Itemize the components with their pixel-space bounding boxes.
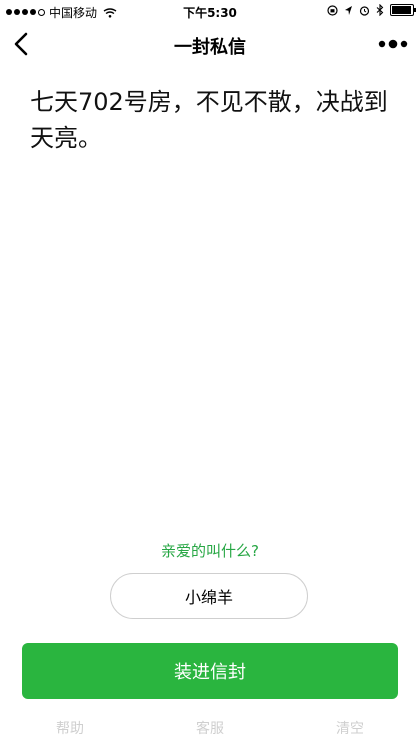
page-title: 一封私信 bbox=[174, 37, 246, 58]
location-arrow-icon bbox=[345, 5, 352, 15]
clear-link[interactable]: 清空 bbox=[336, 718, 364, 738]
help-link[interactable]: 帮助 bbox=[56, 718, 84, 738]
name-input[interactable] bbox=[110, 573, 308, 619]
battery-icon bbox=[390, 4, 416, 16]
alarm-clock-icon bbox=[359, 5, 370, 16]
battery-level bbox=[392, 6, 411, 14]
customer-service-link[interactable]: 客服 bbox=[196, 718, 224, 738]
status-bar: 中国移动 下午5:30 bbox=[0, 0, 420, 22]
name-question: 亲爱的叫什么? bbox=[161, 542, 259, 560]
bottom-links: 帮助 客服 清空 bbox=[0, 718, 420, 740]
nav-bar: 一封私信 bbox=[0, 22, 420, 66]
letter-text: 七天702号房，不见不散，决战到天亮。 bbox=[30, 88, 388, 152]
bluetooth-icon bbox=[376, 4, 384, 16]
more-dots-icon[interactable] bbox=[378, 37, 408, 51]
put-in-envelope-button[interactable]: 装进信封 bbox=[22, 643, 398, 699]
orientation-lock-icon bbox=[327, 4, 338, 16]
status-right bbox=[327, 4, 416, 16]
